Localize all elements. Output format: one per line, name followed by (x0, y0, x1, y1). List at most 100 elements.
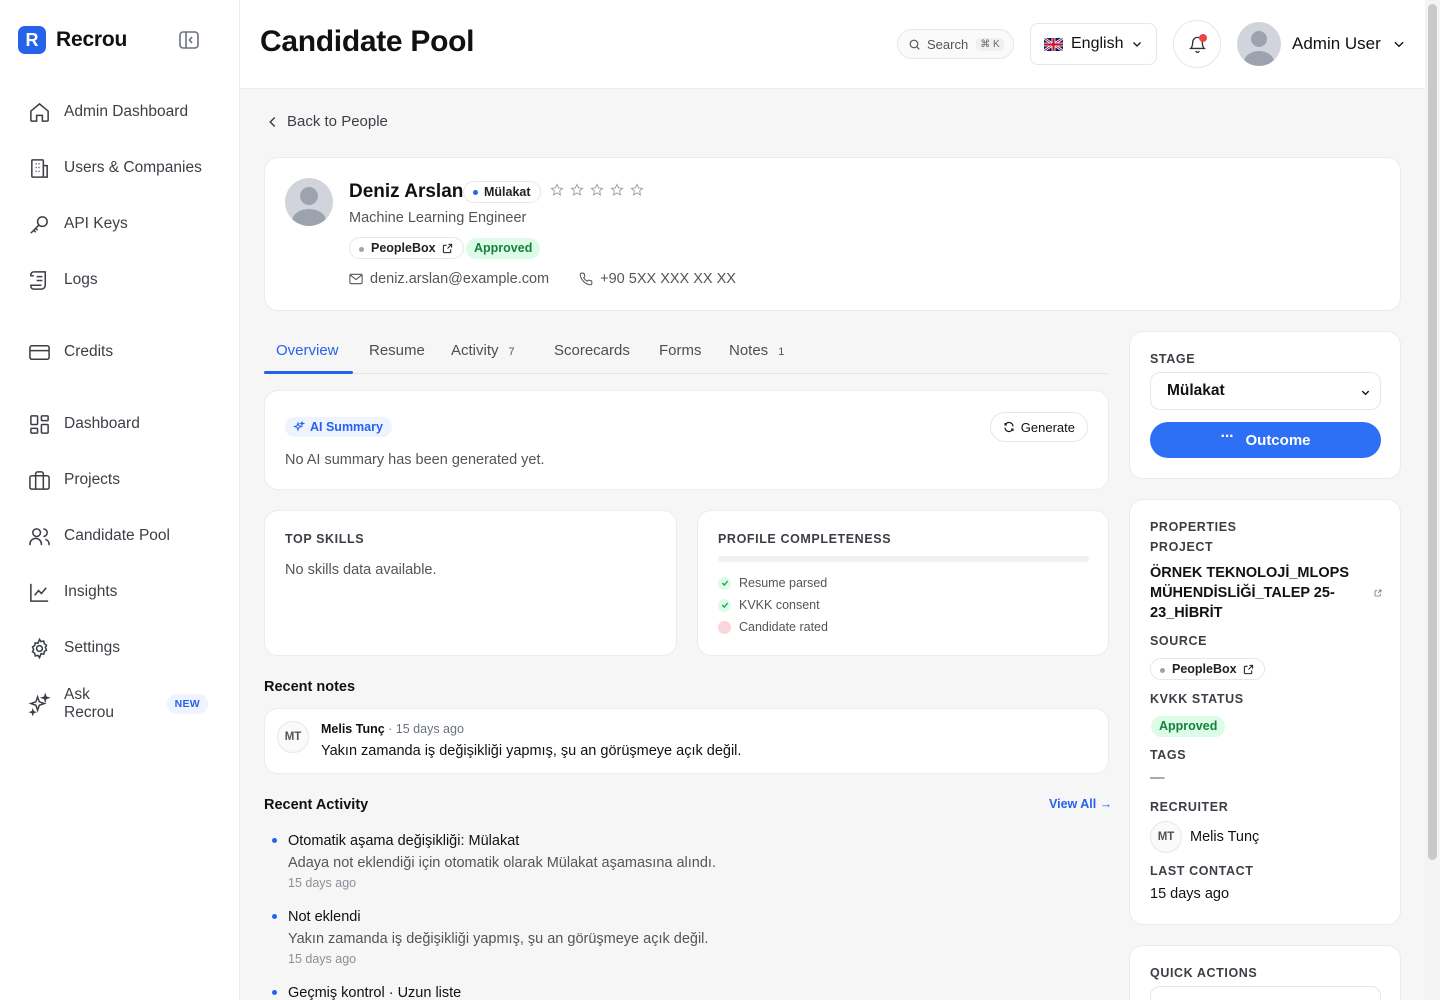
tab-overview[interactable]: Overview (276, 342, 339, 359)
uk-flag-icon (1044, 37, 1063, 51)
key-icon (30, 215, 48, 234)
sidebar-item-projects[interactable]: Projects (28, 465, 208, 495)
rating-stars[interactable] (550, 183, 644, 197)
star-icon[interactable] (550, 183, 564, 197)
recruiter-avatar: MT (1150, 821, 1182, 853)
checklist-label: KVKK consent (739, 598, 820, 612)
home-icon (30, 102, 49, 122)
tab-notes[interactable]: Notes 1 (729, 342, 784, 359)
last-contact-value: 15 days ago (1150, 886, 1230, 902)
star-icon[interactable] (590, 183, 604, 197)
view-all-link[interactable]: View All → (1049, 797, 1112, 811)
more-horizontal-icon: ··· (1220, 428, 1235, 445)
tab-resume[interactable]: Resume (369, 342, 425, 359)
candidate-email[interactable]: deniz.arslan@example.com (370, 271, 549, 287)
note-item[interactable]: MT Melis Tunç · 15 days ago Yakın zamand… (264, 708, 1109, 774)
star-icon[interactable] (610, 183, 624, 197)
tab-count: 1 (778, 346, 785, 358)
quick-action-button[interactable] (1150, 986, 1381, 1000)
sidebar-item-credits[interactable]: Credits (28, 337, 208, 367)
brand[interactable]: R Recrou (18, 26, 127, 54)
activity-dot (272, 990, 277, 995)
quick-actions-card: QUICK ACTIONS (1129, 945, 1401, 1000)
note-meta: Melis Tunç · 15 days ago (321, 722, 464, 736)
generate-button[interactable]: Generate (989, 412, 1088, 442)
sidebar-item-label: Settings (64, 639, 121, 656)
properties-title: PROPERTIES (1150, 520, 1237, 534)
kvkk-label: KVKK STATUS (1150, 692, 1244, 706)
sidebar-item-ask-recrou[interactable]: Ask Recrou NEW (28, 686, 208, 721)
dashboard-icon (30, 414, 49, 434)
note-text: Yakın zamanda iş değişikliği yapmış, şu … (321, 743, 742, 759)
language-label: English (1071, 35, 1124, 52)
external-link-icon (1243, 664, 1253, 674)
external-link-icon[interactable] (1374, 589, 1382, 597)
sidebar-item-api-keys[interactable]: API Keys (28, 209, 208, 239)
tab-label: Overview (276, 342, 339, 359)
outcome-button[interactable]: ··· Outcome (1150, 422, 1381, 458)
checklist-item: Candidate rated (718, 620, 828, 634)
user-menu[interactable]: Admin User (1237, 22, 1406, 66)
note-time: · 15 days ago (388, 722, 464, 736)
new-badge: NEW (166, 694, 208, 714)
building-icon (31, 158, 48, 178)
gear-icon (31, 637, 48, 659)
sidebar-collapse-icon[interactable] (179, 31, 199, 49)
user-name: Admin User (1292, 34, 1381, 53)
tab-label: Scorecards (554, 342, 630, 359)
page-scrollbar[interactable] (1425, 0, 1440, 1000)
star-icon[interactable] (630, 183, 644, 197)
back-to-people-link[interactable]: Back to People (268, 113, 388, 130)
source-badge[interactable]: PeopleBox (349, 237, 464, 259)
top-skills-title: TOP SKILLS (285, 532, 365, 546)
last-contact-label: LAST CONTACT (1150, 864, 1254, 878)
sparkles-icon (28, 692, 51, 716)
candidate-header-card: Deniz Arslan Mülakat Machine Learning En… (264, 157, 1401, 311)
stage-card: STAGE Mülakat ··· Outcome (1129, 331, 1401, 479)
note-author-avatar: MT (277, 721, 309, 753)
activity-description: Yakın zamanda iş değişikliği yapmış, şu … (288, 931, 709, 947)
source-badge[interactable]: PeopleBox (1150, 658, 1265, 680)
stage-badge: Mülakat (463, 181, 541, 203)
sidebar-item-logs[interactable]: Logs (28, 265, 208, 295)
sidebar-item-insights[interactable]: Insights (28, 577, 208, 607)
credit-card-icon (29, 344, 50, 360)
activity-dot (272, 838, 277, 843)
properties-card: PROPERTIES PROJECT ÖRNEK TEKNOLOJİ_MLOPS… (1129, 499, 1401, 925)
scrollbar-thumb[interactable] (1428, 4, 1437, 860)
mail-icon (349, 273, 363, 285)
notifications-button[interactable] (1173, 20, 1221, 68)
checklist-label: Candidate rated (739, 620, 828, 634)
notification-dot (1199, 34, 1207, 42)
tab-activity[interactable]: Activity 7 (451, 342, 515, 359)
tab-forms[interactable]: Forms (659, 342, 702, 359)
language-selector[interactable]: English (1030, 23, 1157, 65)
profile-completeness-card: PROFILE COMPLETENESS Resume parsed KVKK … (697, 510, 1109, 656)
search-icon (909, 39, 920, 50)
activity-time: 15 days ago (288, 876, 357, 890)
back-link-label: Back to People (287, 113, 388, 130)
source-label: PeopleBox (371, 241, 436, 255)
sidebar-item-dashboard[interactable]: Dashboard (28, 409, 208, 439)
sidebar-item-candidate-pool[interactable]: Candidate Pool (28, 521, 208, 551)
activity-time: 15 days ago (288, 952, 357, 966)
candidate-phone[interactable]: +90 5XX XXX XX XX (600, 271, 736, 287)
sidebar-item-admin-dashboard[interactable]: Admin Dashboard (28, 97, 208, 127)
search-shortcut: ⌘ K (976, 37, 1004, 51)
users-icon (29, 527, 50, 545)
checklist-item: Resume parsed (718, 576, 827, 590)
star-icon[interactable] (570, 183, 584, 197)
brand-name: Recrou (56, 28, 128, 51)
sidebar-item-settings[interactable]: Settings (28, 633, 208, 663)
project-value[interactable]: ÖRNEK TEKNOLOJİ_MLOPS MÜHENDİSLİĞİ_TALEP… (1150, 563, 1350, 623)
sidebar-item-users-companies[interactable]: Users & Companies (28, 153, 208, 183)
sidebar-item-label: API Keys (64, 215, 128, 232)
project-label: PROJECT (1150, 540, 1214, 554)
chevron-down-icon (1133, 42, 1142, 47)
activity-title: Geçmiş kontrol · Uzun liste (288, 985, 462, 1000)
stage-select[interactable]: Mülakat (1150, 372, 1381, 410)
source-label: SOURCE (1150, 634, 1208, 648)
top-skills-card: TOP SKILLS No skills data available. (264, 510, 677, 656)
tab-scorecards[interactable]: Scorecards (554, 342, 630, 359)
search-button[interactable]: Search ⌘ K (897, 29, 1014, 59)
